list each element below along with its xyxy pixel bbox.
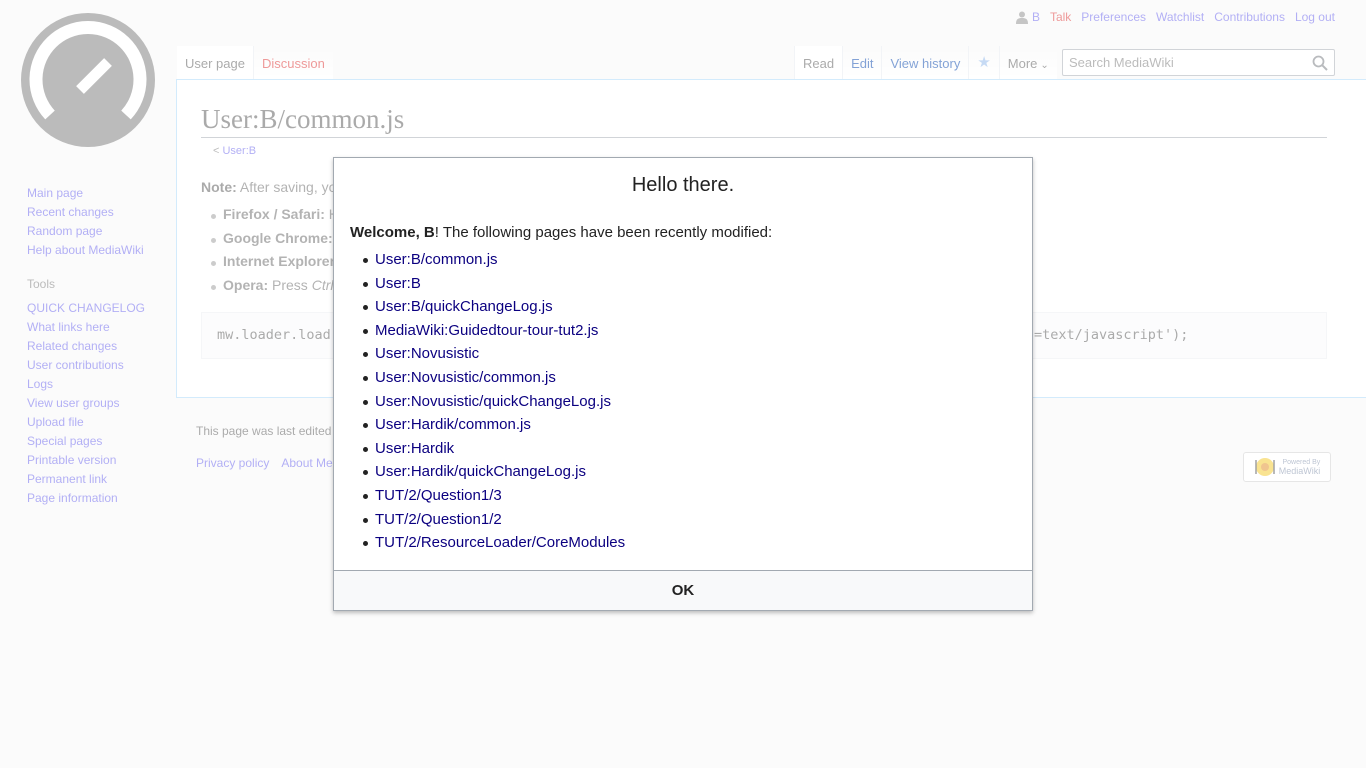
recent-page-link[interactable]: User:B/common.js (375, 251, 498, 268)
list-item: User:Hardik/quickChangeLog.js (350, 460, 625, 484)
welcome-rest: ! The following pages have been recently… (434, 224, 773, 241)
recent-page-link[interactable]: TUT/2/ResourceLoader/CoreModules (375, 534, 625, 551)
dialog-welcome-text: Welcome, B! The following pages have bee… (350, 224, 772, 241)
welcome-bold: Welcome, B (350, 224, 435, 241)
recent-page-link[interactable]: TUT/2/Question1/3 (375, 487, 502, 504)
list-item: MediaWiki:Guidedtour-tour-tut2.js (350, 319, 625, 343)
recent-page-link[interactable]: User:Hardik/common.js (375, 416, 531, 433)
list-item: User:Novusistic/common.js (350, 366, 625, 390)
list-item: User:Hardik (350, 437, 625, 461)
list-item: TUT/2/ResourceLoader/CoreModules (350, 531, 625, 555)
list-item: User:B/quickChangeLog.js (350, 295, 625, 319)
recent-page-link[interactable]: User:Novusistic/quickChangeLog.js (375, 393, 611, 410)
list-item: User:Novusistic/quickChangeLog.js (350, 390, 625, 414)
welcome-dialog: Hello there. Welcome, B! The following p… (333, 157, 1033, 611)
list-item: User:Novusistic (350, 342, 625, 366)
recent-page-link[interactable]: User:Novusistic/common.js (375, 369, 556, 386)
recent-page-link[interactable]: User:Hardik/quickChangeLog.js (375, 463, 586, 480)
list-item: TUT/2/Question1/2 (350, 508, 625, 532)
dialog-footer: OK (334, 570, 1032, 610)
recent-page-link[interactable]: User:Hardik (375, 440, 454, 457)
dialog-title: Hello there. (631, 174, 735, 196)
list-item: User:B (350, 272, 625, 296)
recent-page-link[interactable]: TUT/2/Question1/2 (375, 511, 502, 528)
list-item: User:Hardik/common.js (350, 413, 625, 437)
recent-page-link[interactable]: User:Novusistic (375, 345, 479, 362)
ok-button[interactable]: OK (672, 582, 695, 599)
recent-page-link[interactable]: MediaWiki:Guidedtour-tour-tut2.js (375, 322, 598, 339)
list-item: User:B/common.js (350, 248, 625, 272)
recent-pages-list: User:B/common.js User:B User:B/quickChan… (350, 248, 625, 555)
recent-page-link[interactable]: User:B (375, 275, 421, 292)
list-item: TUT/2/Question1/3 (350, 484, 625, 508)
recent-page-link[interactable]: User:B/quickChangeLog.js (375, 298, 553, 315)
